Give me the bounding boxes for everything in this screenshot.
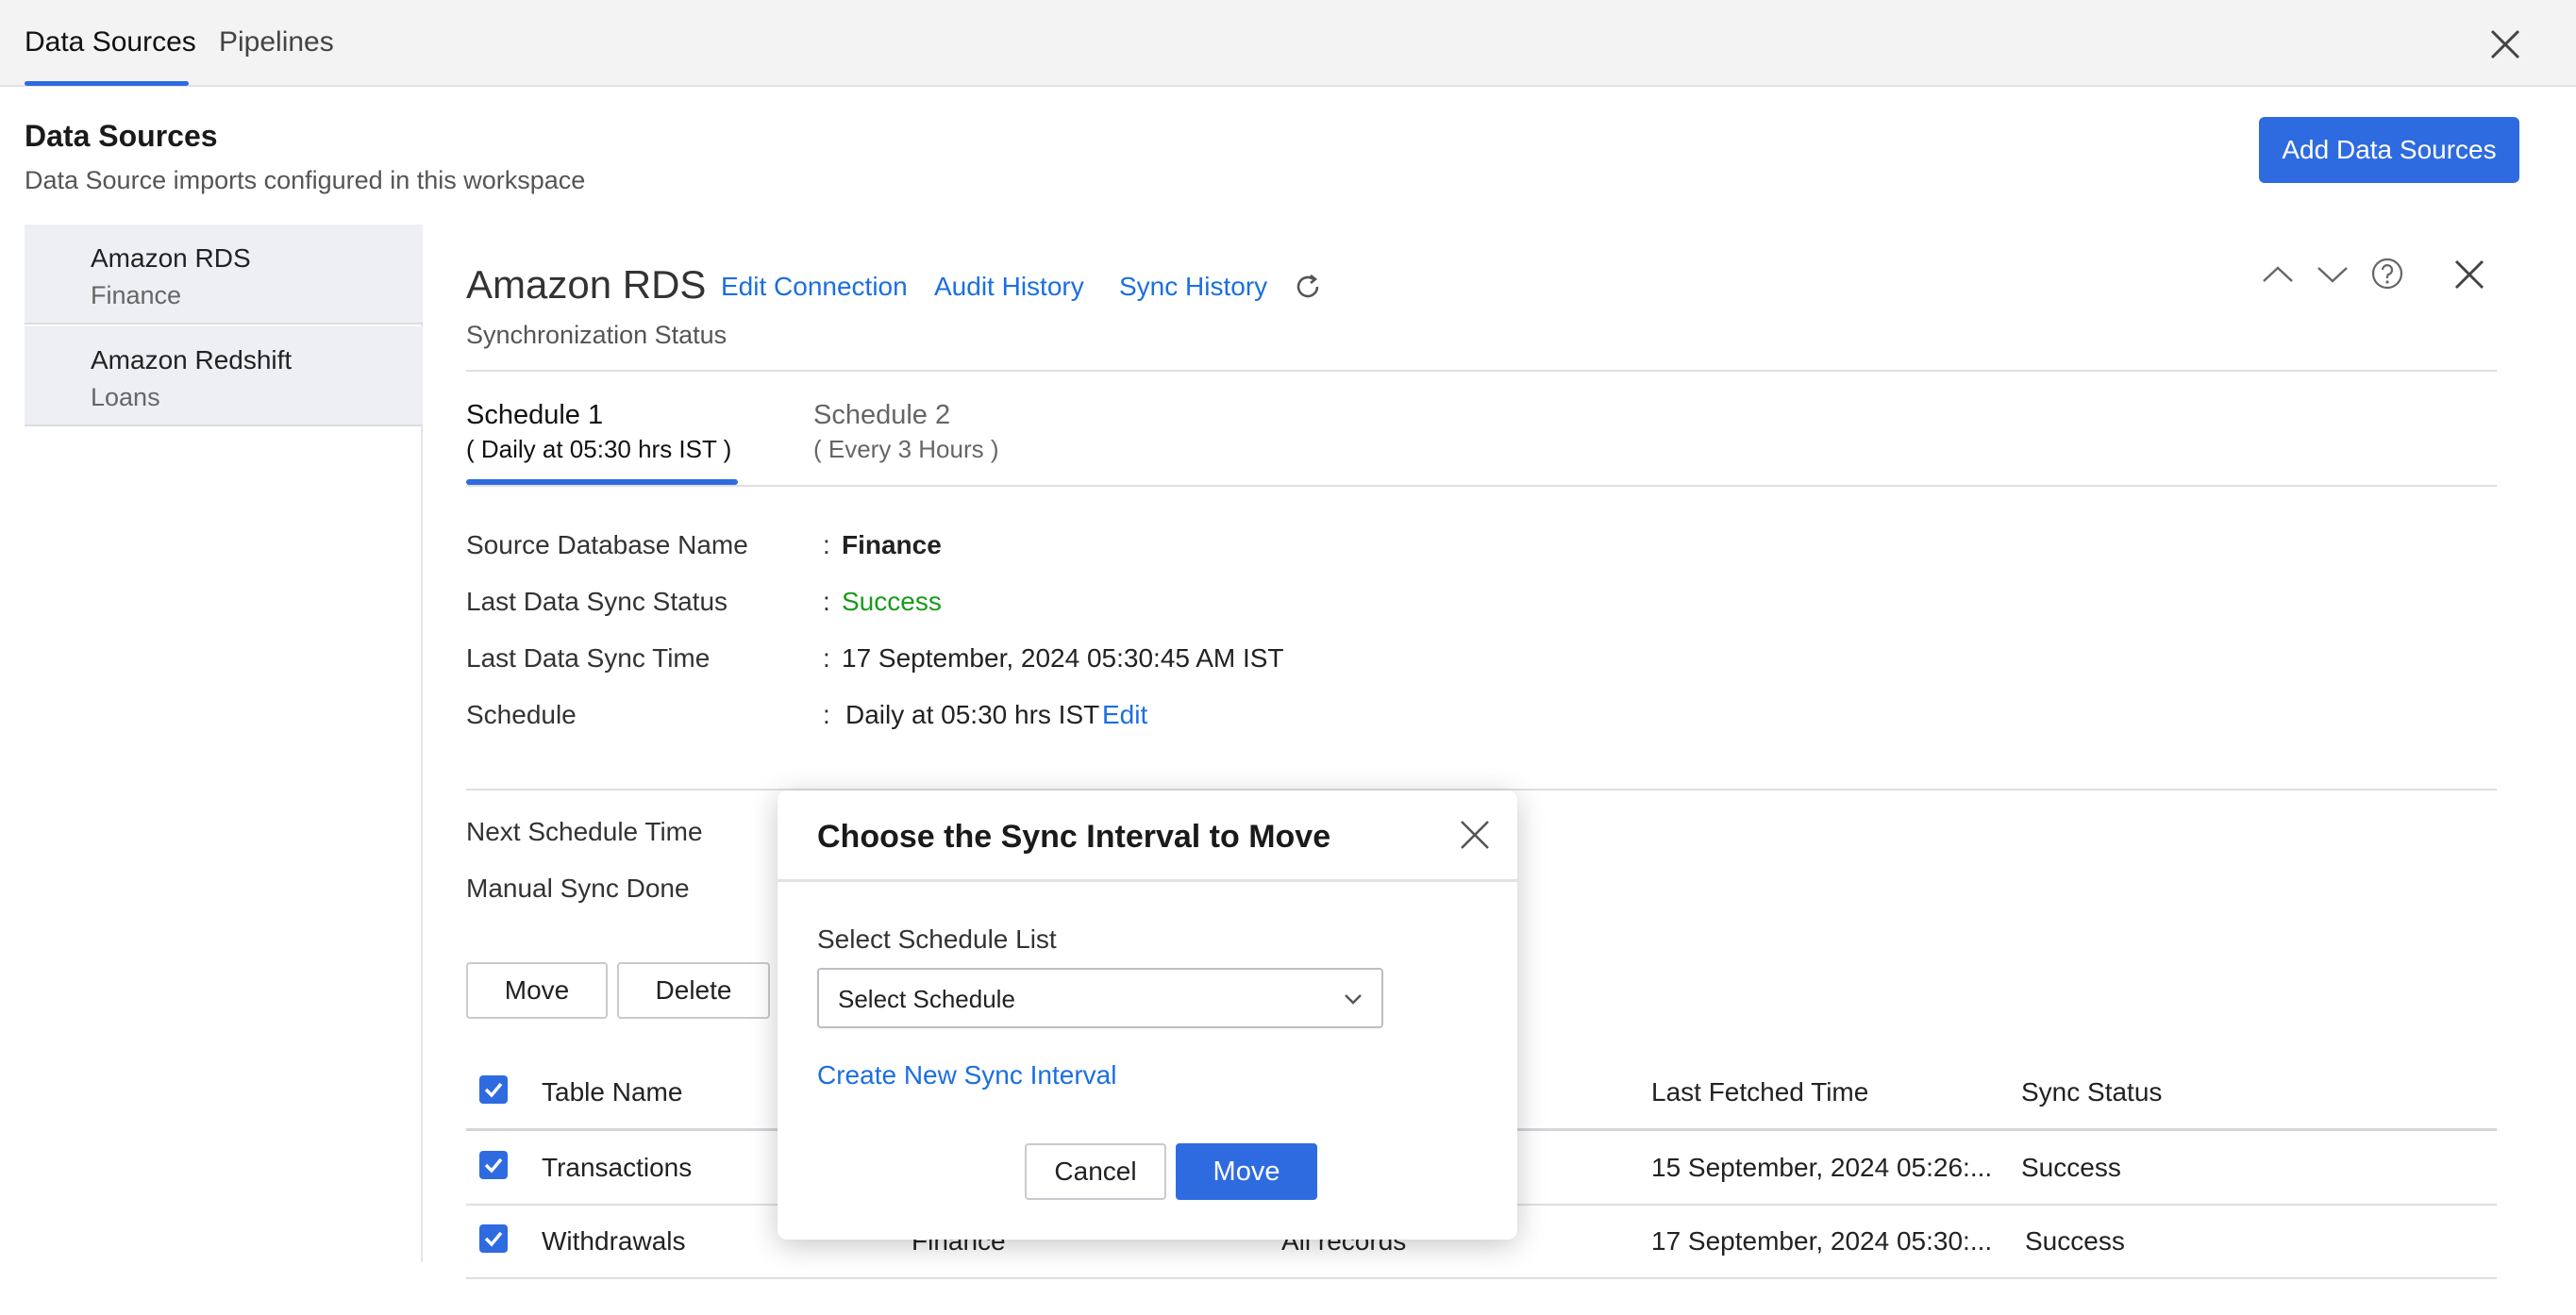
top-tab-bar: Data Sources Pipelines bbox=[0, 0, 2576, 87]
active-tab-indicator bbox=[25, 81, 189, 86]
edit-connection-link[interactable]: Edit Connection bbox=[721, 272, 908, 302]
dialog-close-icon[interactable] bbox=[1459, 819, 1491, 851]
sync-history-link[interactable]: Sync History bbox=[1119, 272, 1267, 302]
last-fetched-cell: 15 September, 2024 05:26:... bbox=[1651, 1153, 1993, 1182]
chevron-down-icon bbox=[1345, 994, 1362, 1005]
colon: : bbox=[823, 700, 830, 729]
schedule-edit-link[interactable]: Edit bbox=[1102, 700, 1147, 730]
schedule-select[interactable]: Select Schedule bbox=[817, 968, 1383, 1028]
checkmark-icon bbox=[484, 1157, 503, 1174]
sidebar-item-label: Amazon RDS bbox=[91, 243, 251, 273]
next-schedule-time-label: Next Schedule Time bbox=[466, 817, 703, 846]
refresh-icon[interactable] bbox=[1293, 272, 1323, 302]
last-fetched-cell: 17 September, 2024 05:30:... bbox=[1651, 1226, 1993, 1256]
column-header-table-name[interactable]: Table Name bbox=[542, 1077, 682, 1107]
audit-history-link[interactable]: Audit History bbox=[934, 272, 1084, 302]
sidebar-item-sublabel: Loans bbox=[91, 383, 160, 411]
schedule-value: Daily at 05:30 hrs IST bbox=[845, 700, 1100, 729]
row-checkbox[interactable] bbox=[479, 1151, 508, 1179]
last-sync-status-value: Success bbox=[842, 587, 942, 616]
column-header-last-fetched[interactable]: Last Fetched Time bbox=[1651, 1077, 1868, 1107]
schedule-select-value: Select Schedule bbox=[838, 985, 1015, 1013]
dialog-title: Choose the Sync Interval to Move bbox=[817, 819, 1331, 855]
divider bbox=[466, 370, 2497, 372]
sync-status-cell: Success bbox=[2025, 1226, 2125, 1256]
manual-sync-done-label: Manual Sync Done bbox=[466, 874, 690, 903]
add-data-sources-button[interactable]: Add Data Sources bbox=[2259, 117, 2519, 183]
synchronization-status-label: Synchronization Status bbox=[466, 321, 728, 349]
sidebar-item-amazon-rds[interactable]: Amazon RDS Finance bbox=[25, 225, 423, 325]
row-checkbox[interactable] bbox=[479, 1224, 508, 1253]
schedule-tab-desc: ( Daily at 05:30 hrs IST ) bbox=[466, 435, 732, 463]
move-button[interactable]: Move bbox=[466, 962, 608, 1019]
checkmark-icon bbox=[484, 1082, 503, 1098]
last-sync-status-label: Last Data Sync Status bbox=[466, 587, 728, 616]
help-icon[interactable] bbox=[2370, 257, 2404, 291]
tab-schedule-2[interactable]: Schedule 2 ( Every 3 Hours ) bbox=[813, 400, 999, 464]
colon: : bbox=[823, 643, 830, 673]
sidebar-item-amazon-redshift[interactable]: Amazon Redshift Loans bbox=[25, 326, 423, 426]
tab-data-sources[interactable]: Data Sources bbox=[25, 26, 196, 58]
sidebar-item-sublabel: Finance bbox=[91, 281, 182, 309]
table-name-cell: Withdrawals bbox=[542, 1226, 686, 1256]
tab-schedule-1[interactable]: Schedule 1 ( Daily at 05:30 hrs IST ) bbox=[466, 400, 731, 464]
colon: : bbox=[823, 587, 830, 616]
schedule-tab-desc: ( Every 3 Hours ) bbox=[813, 435, 999, 463]
last-sync-time-value: 17 September, 2024 05:30:45 AM IST bbox=[842, 643, 1284, 673]
chevron-down-icon[interactable] bbox=[2316, 262, 2350, 287]
cancel-button[interactable]: Cancel bbox=[1025, 1143, 1166, 1200]
checkmark-icon bbox=[484, 1231, 503, 1247]
create-new-sync-interval-link[interactable]: Create New Sync Interval bbox=[817, 1060, 1116, 1090]
close-icon[interactable] bbox=[2489, 28, 2521, 60]
divider bbox=[466, 485, 2497, 487]
sidebar-item-label: Amazon Redshift bbox=[91, 345, 293, 375]
page-subtitle: Data Source imports configured in this w… bbox=[25, 166, 586, 194]
source-db-label: Source Database Name bbox=[466, 530, 748, 559]
sync-status-cell: Success bbox=[2021, 1153, 2121, 1182]
sync-interval-dialog: Choose the Sync Interval to Move Select … bbox=[778, 791, 1517, 1240]
last-sync-time-label: Last Data Sync Time bbox=[466, 643, 711, 673]
table-name-cell: Transactions bbox=[542, 1153, 693, 1182]
schedule-tab-name: Schedule 2 bbox=[813, 400, 951, 430]
source-db-value: Finance bbox=[842, 530, 942, 559]
delete-button[interactable]: Delete bbox=[617, 962, 770, 1019]
select-all-checkbox[interactable] bbox=[479, 1075, 508, 1104]
page-title: Data Sources bbox=[25, 119, 218, 153]
row-divider bbox=[466, 1277, 2497, 1279]
dialog-divider bbox=[778, 879, 1517, 882]
dialog-move-button[interactable]: Move bbox=[1176, 1143, 1317, 1200]
select-schedule-list-label: Select Schedule List bbox=[817, 924, 1057, 954]
data-source-title: Amazon RDS bbox=[466, 262, 707, 307]
data-source-list: Amazon RDS Finance Amazon Redshift Loans bbox=[25, 225, 423, 1262]
schedule-tab-name: Schedule 1 bbox=[466, 400, 604, 430]
chevron-up-icon[interactable] bbox=[2261, 262, 2295, 287]
close-panel-icon[interactable] bbox=[2453, 258, 2485, 291]
tab-pipelines[interactable]: Pipelines bbox=[219, 26, 334, 58]
colon: : bbox=[823, 530, 830, 559]
schedule-label: Schedule bbox=[466, 700, 577, 729]
column-header-sync-status[interactable]: Sync Status bbox=[2021, 1077, 2162, 1107]
